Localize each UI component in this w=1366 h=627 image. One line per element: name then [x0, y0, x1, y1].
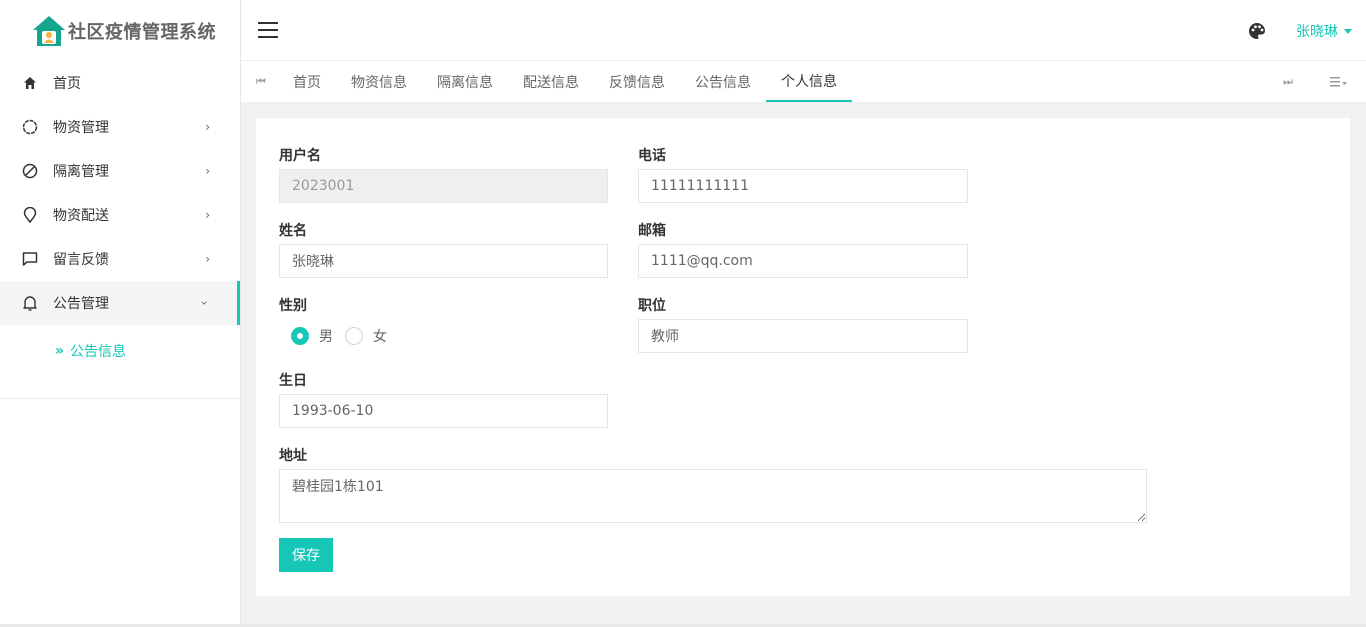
sidebar-item-label: 物资配送 [53, 208, 109, 224]
message-icon [22, 251, 38, 267]
email-input[interactable] [638, 244, 968, 278]
radio-unchecked-icon [345, 327, 363, 345]
palette-icon[interactable] [1248, 22, 1266, 40]
chevron-down-icon: › [197, 300, 212, 306]
position-input[interactable] [638, 319, 968, 353]
tab-home[interactable]: 首页 [278, 61, 336, 102]
sidebar-item-label: 隔离管理 [53, 164, 109, 180]
name-label: 姓名 [279, 223, 307, 239]
bell-icon [22, 295, 38, 311]
chevron-right-icon: › [205, 252, 210, 266]
location-icon [22, 207, 38, 223]
double-chevron-right-icon: » [55, 343, 65, 359]
tab-bar: ⏮ 首页 物资信息 隔离信息 配送信息 反馈信息 公告信息 个人信息 ⏭ [241, 61, 1366, 103]
house-logo-icon [33, 15, 65, 46]
username-label: 用户名 [279, 148, 321, 164]
chevron-right-icon: › [205, 120, 210, 134]
sidebar-item-delivery[interactable]: 物资配送 › [0, 193, 240, 237]
ban-icon [22, 163, 38, 179]
sidebar-item-label: 首页 [53, 76, 81, 92]
tab-scroll-left-icon[interactable]: ⏮ [243, 61, 279, 102]
tab-announcements[interactable]: 公告信息 [680, 61, 766, 102]
gender-radio-female[interactable]: 女 [345, 326, 387, 346]
address-textarea[interactable]: 碧桂园1栋101 [279, 469, 1147, 523]
tab-profile[interactable]: 个人信息 [766, 61, 852, 102]
phone-input[interactable] [638, 169, 968, 203]
user-name: 张晓琳 [1296, 24, 1338, 40]
tab-list: 首页 物资信息 隔离信息 配送信息 反馈信息 公告信息 个人信息 [278, 61, 852, 102]
sidebar-item-feedback[interactable]: 留言反馈 › [0, 237, 240, 281]
sidebar-item-label: 公告管理 [53, 296, 109, 312]
radio-checked-icon [291, 327, 309, 345]
tab-supplies[interactable]: 物资信息 [336, 61, 422, 102]
sidebar-item-label: 留言反馈 [53, 252, 109, 268]
name-input[interactable] [279, 244, 608, 278]
phone-label: 电话 [638, 148, 666, 164]
chevron-right-icon: › [205, 164, 210, 178]
home-icon [22, 75, 38, 91]
sidebar-item-label: 物资管理 [53, 120, 109, 136]
radio-label: 男 [319, 329, 333, 345]
app-title: 社区疫情管理系统 [68, 21, 216, 43]
birthday-input[interactable] [279, 394, 608, 428]
sidebar-item-announcements[interactable]: 公告管理 › [0, 281, 240, 325]
sidebar-subitem-label: 公告信息 [70, 344, 127, 360]
sidebar-divider [0, 398, 240, 399]
gender-radio-male[interactable]: 男 [291, 326, 333, 346]
gender-label: 性别 [279, 298, 307, 314]
email-label: 邮箱 [638, 223, 666, 239]
sidebar: 社区疫情管理系统 首页 物资管理 › 隔离管理 › 物资配送 › 留言反馈 › … [0, 0, 241, 627]
gender-radio-group: 男 女 [291, 326, 399, 346]
save-button[interactable]: 保存 [279, 538, 333, 572]
username-input[interactable] [279, 169, 608, 203]
chevron-right-icon: › [205, 208, 210, 222]
user-menu[interactable]: 张晓琳 [1296, 21, 1352, 41]
tab-isolation[interactable]: 隔离信息 [422, 61, 508, 102]
tab-delivery[interactable]: 配送信息 [508, 61, 594, 102]
sidebar-item-supplies[interactable]: 物资管理 › [0, 105, 240, 149]
position-label: 职位 [638, 298, 666, 314]
menu-toggle-icon[interactable] [258, 22, 278, 38]
radio-label: 女 [373, 329, 387, 345]
logo[interactable]: 社区疫情管理系统 [0, 0, 240, 61]
sidebar-subitem-announcement-info[interactable]: » 公告信息 [0, 325, 240, 377]
circle-icon [22, 119, 38, 135]
birthday-label: 生日 [279, 373, 307, 389]
top-header: 张晓琳 [241, 0, 1366, 61]
address-label: 地址 [279, 448, 307, 464]
sidebar-item-home[interactable]: 首页 [0, 61, 240, 105]
sidebar-item-isolation[interactable]: 隔离管理 › [0, 149, 240, 193]
sidebar-menu: 首页 物资管理 › 隔离管理 › 物资配送 › 留言反馈 › 公告管理 › [0, 61, 240, 325]
tab-scroll-right-icon[interactable]: ⏭ [1270, 61, 1306, 102]
caret-down-icon [1344, 28, 1352, 34]
tab-options-icon[interactable] [1324, 61, 1354, 102]
tab-feedback[interactable]: 反馈信息 [594, 61, 680, 102]
profile-form: 用户名 电话 姓名 邮箱 性别 男 女 职位 生日 地址 碧桂园1栋101 保存 [256, 118, 1350, 596]
